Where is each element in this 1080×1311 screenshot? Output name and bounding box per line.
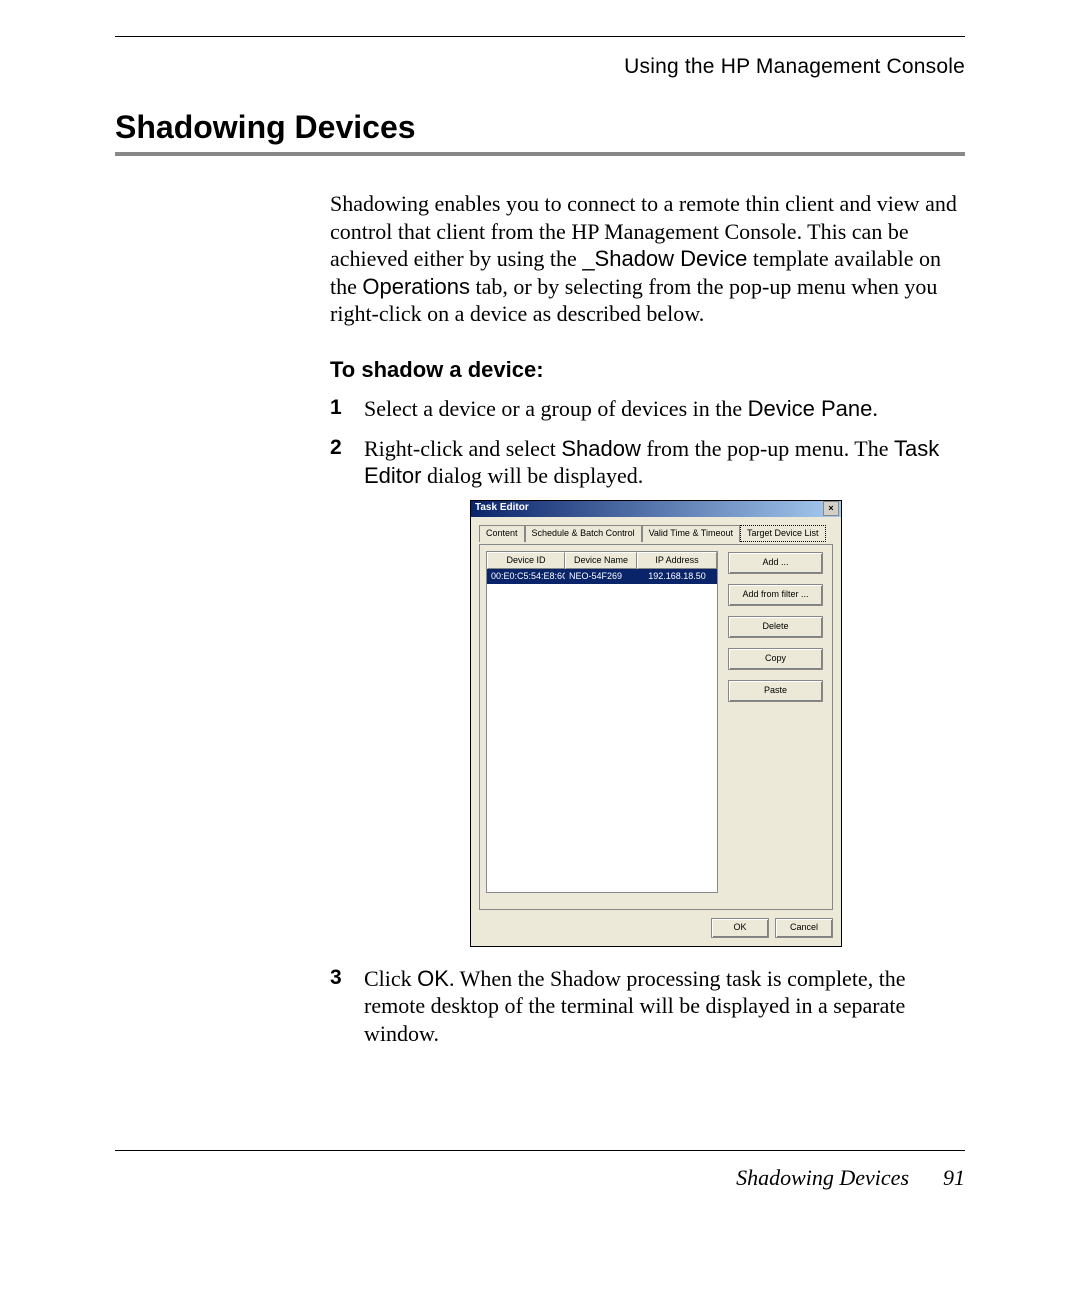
delete-button[interactable]: Delete <box>728 616 823 638</box>
document-page: Using the HP Management Console Shadowin… <box>0 0 1080 1311</box>
footer-section-name: Shadowing Devices <box>736 1165 909 1191</box>
add-from-filter-button[interactable]: Add from filter ... <box>728 584 823 606</box>
page-footer: Shadowing Devices 91 <box>115 1165 965 1191</box>
procedure-heading: To shadow a device: <box>330 356 965 384</box>
step-2: Right-click and select Shadow from the p… <box>330 435 965 947</box>
tab-target-device-list[interactable]: Target Device List <box>740 525 826 542</box>
bottom-rule <box>115 1150 965 1151</box>
page-number: 91 <box>943 1165 965 1191</box>
dialog-titlebar: Task Editor × <box>471 501 841 517</box>
table-header-row: Device ID Device Name IP Address <box>487 552 717 569</box>
cell-device-id: 00:E0:C5:54:E8:6C <box>487 569 565 584</box>
col-header-device-id[interactable]: Device ID <box>487 552 565 569</box>
body-column: Shadowing enables you to connect to a re… <box>330 190 965 1047</box>
section-rule <box>115 152 965 156</box>
table-row[interactable]: 00:E0:C5:54:E8:6C NEO-54F269 192.168.18.… <box>487 569 717 584</box>
dialog-actions: OK Cancel <box>471 918 841 946</box>
task-editor-dialog: Task Editor × Content Schedule & Batch C… <box>470 500 842 947</box>
close-icon[interactable]: × <box>823 501 839 516</box>
step-2-text-a: Right-click and select <box>364 436 561 461</box>
close-glyph: × <box>828 504 833 513</box>
steps-list: Select a device or a group of devices in… <box>330 395 965 1047</box>
tab-panel: Device ID Device Name IP Address 00:E0:C… <box>479 544 833 910</box>
step-1-text-a: Select a device or a group of devices in… <box>364 396 748 421</box>
panel-inner: Device ID Device Name IP Address 00:E0:C… <box>486 551 826 893</box>
tab-content[interactable]: Content <box>479 525 525 542</box>
col-header-ip-address[interactable]: IP Address <box>637 552 717 569</box>
step-3: Click OK. When the Shadow processing tas… <box>330 965 965 1048</box>
cell-device-name: NEO-54F269 <box>565 569 637 584</box>
inline-code-operations: Operations <box>362 274 470 299</box>
inline-code-shadow-device: _Shadow Device <box>582 246 747 271</box>
step-1: Select a device or a group of devices in… <box>330 395 965 423</box>
step-1-text-b: . <box>872 396 878 421</box>
tab-valid-time-timeout[interactable]: Valid Time & Timeout <box>642 525 740 542</box>
step-3-text-a: Click <box>364 966 417 991</box>
tab-schedule-batch[interactable]: Schedule & Batch Control <box>525 525 642 542</box>
ok-button[interactable]: OK <box>711 918 769 938</box>
tabs-row: Content Schedule & Batch Control Valid T… <box>471 517 841 542</box>
step-2-text-c: dialog will be displayed. <box>421 463 643 488</box>
paste-button[interactable]: Paste <box>728 680 823 702</box>
top-rule <box>115 36 965 37</box>
button-column: Add ... Add from filter ... Delete Copy … <box>728 551 823 893</box>
inline-code-shadow: Shadow <box>561 436 641 461</box>
intro-paragraph: Shadowing enables you to connect to a re… <box>330 190 965 328</box>
inline-code-ok: OK <box>417 966 449 991</box>
step-2-text-b: from the pop-up menu. The <box>641 436 894 461</box>
running-header: Using the HP Management Console <box>115 55 965 79</box>
section-title: Shadowing Devices <box>115 109 965 146</box>
dialog-title: Task Editor <box>475 502 529 515</box>
col-header-device-name[interactable]: Device Name <box>565 552 637 569</box>
inline-code-device-pane: Device Pane <box>748 396 873 421</box>
cancel-button[interactable]: Cancel <box>775 918 833 938</box>
device-table[interactable]: Device ID Device Name IP Address 00:E0:C… <box>486 551 718 893</box>
copy-button[interactable]: Copy <box>728 648 823 670</box>
add-button[interactable]: Add ... <box>728 552 823 574</box>
cell-ip-address: 192.168.18.50 <box>637 569 717 584</box>
